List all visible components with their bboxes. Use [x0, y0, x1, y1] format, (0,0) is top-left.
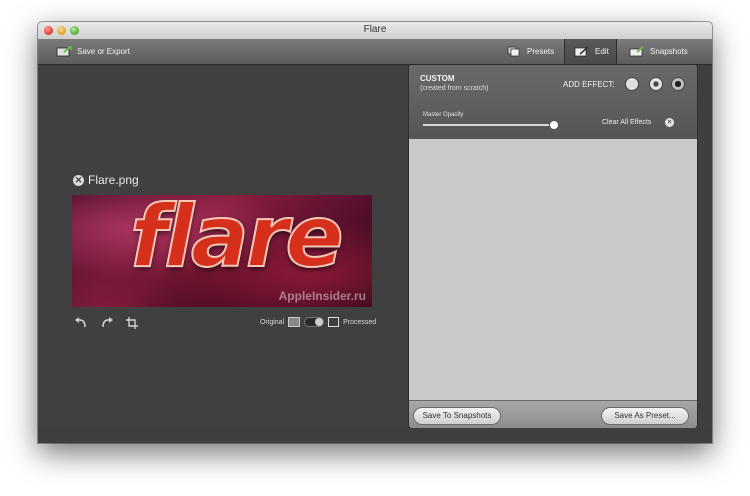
master-opacity-label: Master Opacity: [423, 112, 464, 118]
tab-snapshots-label: Snapshots: [650, 47, 688, 56]
original-icon: [288, 317, 301, 327]
preview-image-text: flare: [129, 195, 345, 288]
undo-icon[interactable]: [74, 317, 88, 332]
processed-icon: [328, 317, 340, 327]
image-preview[interactable]: flare AppleInsider.ru: [72, 195, 372, 307]
app-window: Flare Save or Export Presets Edit Snapsh…: [38, 22, 712, 443]
image-stage: ✕ Flare.png flare AppleInsider.ru Origin…: [38, 65, 408, 443]
image-filename-header: ✕ Flare.png: [73, 173, 139, 187]
save-export-label: Save or Export: [77, 47, 130, 56]
save-export-button[interactable]: Save or Export: [56, 39, 130, 64]
image-tools: [74, 317, 140, 332]
effect-color-icon[interactable]: [625, 77, 639, 91]
tab-edit-label: Edit: [595, 47, 609, 56]
save-as-preset-button[interactable]: Save As Preset...: [601, 407, 689, 425]
save-export-icon: [56, 46, 72, 57]
close-image-icon[interactable]: ✕: [73, 174, 84, 186]
original-label: Original: [260, 318, 285, 326]
edit-panel-footer: Save To Snapshots Save As Preset...: [409, 400, 697, 429]
effect-gear-icon[interactable]: [649, 77, 663, 91]
preset-subtitle: (created from scratch): [420, 85, 489, 92]
processed-label: Processed: [343, 318, 377, 326]
tab-edit[interactable]: Edit: [564, 39, 617, 64]
window-title: Flare: [363, 24, 387, 35]
view-switch[interactable]: [304, 317, 325, 327]
presets-icon: [506, 46, 522, 57]
original-processed-toggle: Original Processed: [260, 317, 376, 327]
preset-title: CUSTOM: [420, 74, 455, 83]
edit-icon: [574, 46, 590, 57]
master-opacity-slider[interactable]: [423, 124, 554, 126]
edit-panel: CUSTOM (created from scratch) ADD EFFECT…: [408, 64, 698, 430]
view-switch-knob: [315, 318, 324, 326]
redo-icon[interactable]: [100, 317, 114, 332]
window-bottom-bar: [38, 428, 712, 443]
edit-panel-header: CUSTOM (created from scratch) ADD EFFECT…: [409, 65, 697, 139]
toolbar: Save or Export Presets Edit Snapshots: [38, 39, 712, 65]
snapshots-icon: [629, 46, 645, 57]
save-to-snapshots-button[interactable]: Save To Snapshots: [413, 407, 501, 425]
effect-burst-icon[interactable]: [671, 77, 685, 91]
tab-snapshots[interactable]: Snapshots: [629, 39, 688, 64]
tab-presets[interactable]: Presets: [506, 39, 554, 64]
clear-all-effects-button[interactable]: Clear All Effects: [602, 119, 651, 126]
image-filename: Flare.png: [88, 173, 139, 187]
clear-effects-icon[interactable]: ×: [665, 118, 674, 127]
preview-watermark: AppleInsider.ru: [278, 289, 366, 303]
master-opacity-slider-knob[interactable]: [549, 120, 559, 130]
add-effect-label: ADD EFFECT:: [563, 80, 615, 89]
tab-presets-label: Presets: [527, 47, 555, 56]
crop-icon[interactable]: [126, 317, 140, 332]
title-bar: Flare: [38, 22, 712, 40]
